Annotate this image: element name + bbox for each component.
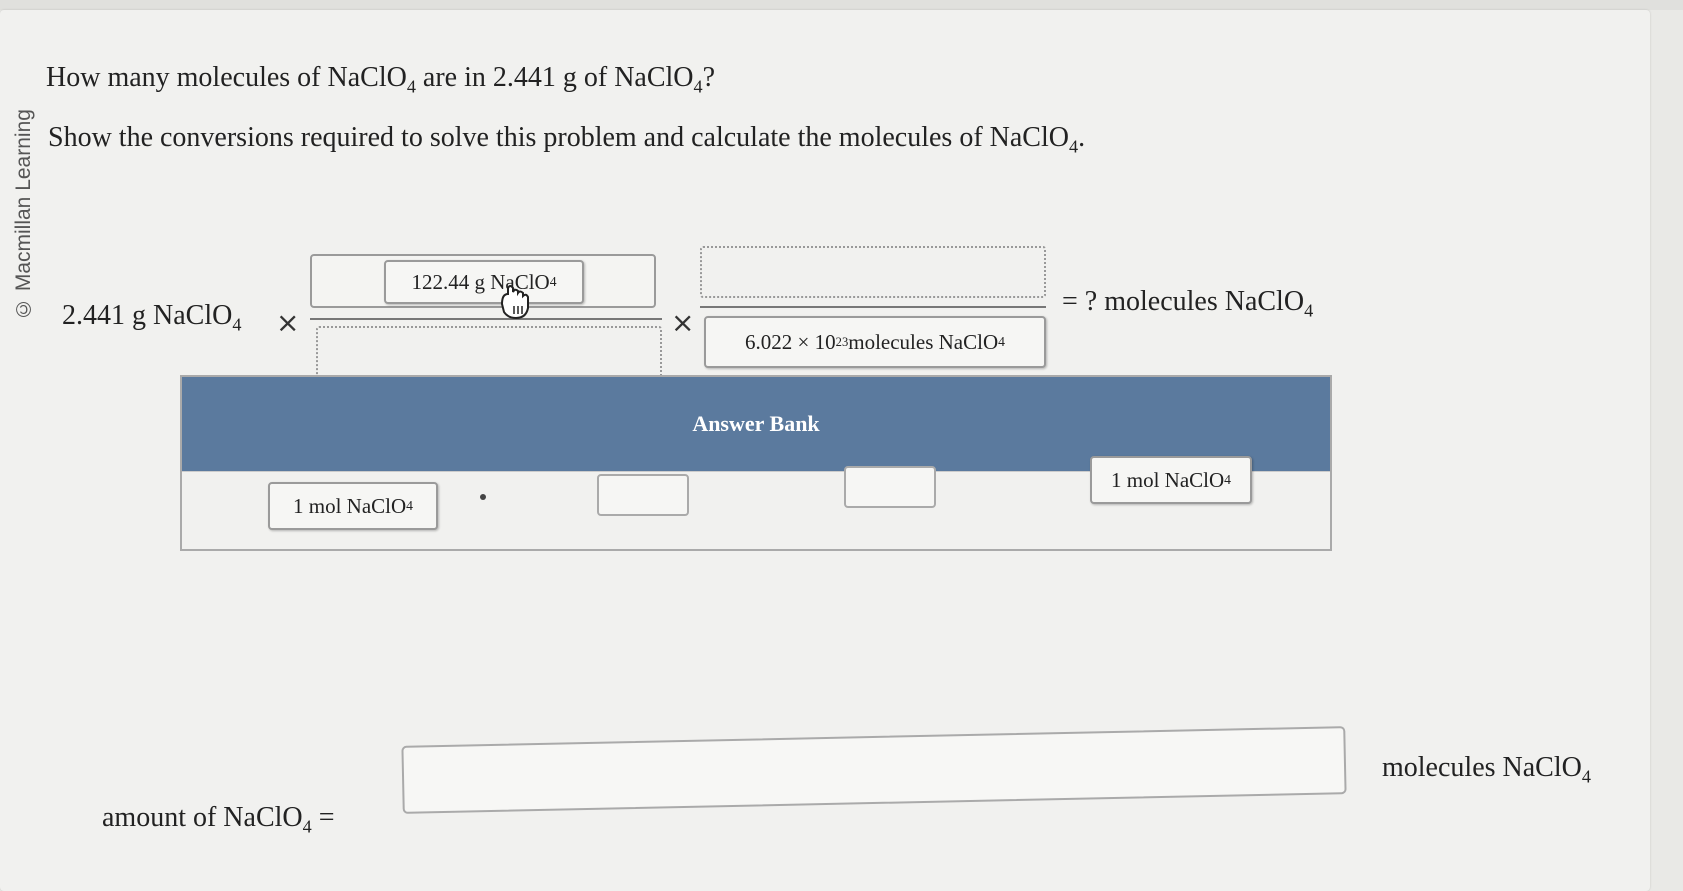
frac1-denominator-slot[interactable] <box>316 326 662 378</box>
frac2-line <box>700 306 1046 308</box>
bank-tile-1-mol-1[interactable]: 1 mol NaClO 4 <box>268 482 438 530</box>
frac1-line <box>310 318 662 320</box>
top-strip <box>0 0 1683 10</box>
bank-empty-tile-1[interactable] <box>597 474 689 516</box>
multiply-sign-2: × <box>671 306 695 339</box>
question-line-1: How many molecules of NaClO4 are in 2.44… <box>46 62 716 97</box>
drag-dot <box>480 494 486 500</box>
given-quantity: 2.441 g NaClO4 <box>62 300 242 335</box>
frac1-numerator-tile[interactable]: 122.44 g NaClO 4 <box>384 260 584 304</box>
answer-label: amount of NaClO4 = <box>102 802 335 837</box>
publisher-credit: © Macmillan Learning <box>12 109 35 320</box>
bank-tile-1-mol-2[interactable]: 1 mol NaClO 4 <box>1090 456 1252 504</box>
frac2-numerator-slot[interactable] <box>700 246 1046 298</box>
multiply-sign-1: × <box>276 306 300 339</box>
question-line-2: Show the conversions required to solve t… <box>48 122 1086 157</box>
frac2-denominator-tile[interactable]: 6.022 × 10 23 molecules NaClO 4 <box>704 316 1046 368</box>
answer-unit: molecules NaClO4 <box>1382 752 1591 787</box>
hand-cursor-icon <box>500 285 529 320</box>
result-expression: = ? molecules NaClO4 <box>1062 286 1314 321</box>
bank-empty-tile-2[interactable] <box>844 466 936 508</box>
